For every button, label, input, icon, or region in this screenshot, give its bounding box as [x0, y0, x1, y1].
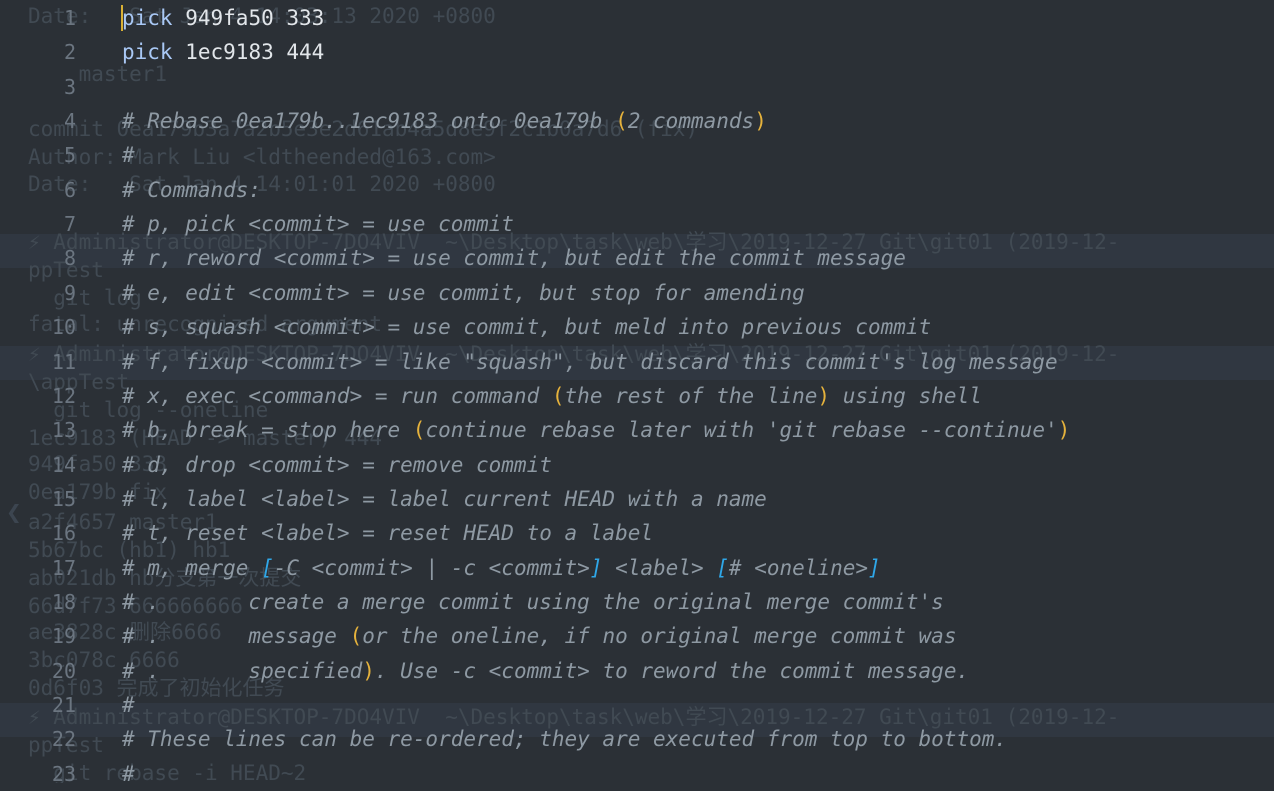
line-number: 1 [63, 6, 76, 30]
line-number: 14 [51, 453, 76, 477]
line-number: 5 [63, 143, 76, 167]
comment-line[interactable]: # . create a merge commit using the orig… [122, 589, 944, 615]
editor-line[interactable]: 10 # s, squash <commit> = use commit, but… [0, 310, 1274, 344]
line-number: 21 [51, 693, 76, 717]
editor-line[interactable]: 5 # [0, 138, 1274, 172]
line-number: 20 [51, 659, 76, 683]
comment-line[interactable]: # . message (or the oneline, if no origi… [122, 623, 956, 649]
comment-line[interactable]: # [122, 761, 135, 787]
comment-line[interactable]: # l, label <label> = label current HEAD … [122, 486, 767, 512]
line-number: 2 [63, 40, 76, 64]
line-number: 6 [63, 178, 76, 202]
editor-line[interactable]: 20 # . specified). Use -c <commit> to rew… [0, 654, 1274, 688]
line-number: 17 [51, 556, 76, 580]
comment-line[interactable]: # d, drop <commit> = remove commit [122, 452, 552, 478]
editor-line[interactable]: 22 # These lines can be re-ordered; they … [0, 722, 1274, 756]
comment-line[interactable]: # e, edit <commit> = use commit, but sto… [122, 280, 805, 306]
editor-line[interactable]: 21 # [0, 688, 1274, 722]
editor-line[interactable]: 8 # r, reword <commit> = use commit, but … [0, 241, 1274, 275]
comment-line[interactable]: # r, reword <commit> = use commit, but e… [122, 245, 906, 271]
editor-line[interactable]: 14 # d, drop <commit> = remove commit [0, 448, 1274, 482]
editor-line[interactable]: 7 # p, pick <commit> = use commit [0, 207, 1274, 241]
commit-ref: 949fa50 333 [185, 6, 325, 30]
editor-line[interactable]: 23 # [0, 757, 1274, 791]
line-number: 7 [63, 212, 76, 236]
line-number: 10 [51, 315, 76, 339]
line-number: 19 [51, 624, 76, 648]
rebase-keyword: pick [122, 6, 173, 30]
comment-line[interactable]: # p, pick <commit> = use commit [122, 211, 514, 237]
comment-line[interactable]: # Rebase 0ea179b..1ec9183 onto 0ea179b (… [122, 108, 767, 134]
line-number: 4 [63, 109, 76, 133]
comment-line[interactable]: # These lines can be re-ordered; they ar… [122, 726, 1007, 752]
comment-line[interactable]: # m, merge [-C <commit> | -c <commit>] <… [122, 555, 881, 581]
line-number: 11 [51, 350, 76, 374]
rebase-command[interactable]: pick 1ec9183 444 [122, 39, 324, 65]
line-number: 8 [63, 246, 76, 270]
line-number: 13 [51, 418, 76, 442]
editor-line[interactable]: 15 # l, label <label> = label current HEA… [0, 482, 1274, 516]
comment-line[interactable]: # Commands: [122, 177, 261, 203]
commit-ref: 1ec9183 444 [185, 40, 325, 64]
line-number: 9 [63, 281, 76, 305]
comment-line[interactable]: # . specified). Use -c <commit> to rewor… [122, 658, 969, 684]
editor-line[interactable]: 9 # e, edit <commit> = use commit, but st… [0, 276, 1274, 310]
editor-line[interactable]: 3 [0, 70, 1274, 104]
editor-line[interactable]: 11 # f, fixup <commit> = like "squash", b… [0, 345, 1274, 379]
line-number: 22 [51, 727, 76, 751]
line-number: 23 [51, 762, 76, 786]
line-number: 3 [63, 75, 76, 99]
comment-line[interactable]: # [122, 692, 135, 718]
comment-line[interactable]: # [122, 142, 135, 168]
comment-line[interactable]: # b, break = stop here (continue rebase … [122, 417, 1070, 443]
line-number: 15 [51, 487, 76, 511]
comment-line[interactable]: # x, exec <command> = run command (the r… [122, 383, 982, 409]
comment-line[interactable]: # s, squash <commit> = use commit, but m… [122, 314, 931, 340]
line-number: 18 [51, 590, 76, 614]
rebase-command[interactable]: pick 949fa50 333 [122, 5, 324, 31]
editor-line[interactable]: 18 # . create a merge commit using the or… [0, 585, 1274, 619]
editor-line[interactable]: 17 # m, merge [-C <commit> | -c <commit>]… [0, 551, 1274, 585]
editor-line[interactable]: 16 # t, reset <label> = reset HEAD to a l… [0, 516, 1274, 550]
editor-line[interactable]: 4 # Rebase 0ea179b..1ec9183 onto 0ea179b … [0, 104, 1274, 138]
line-number: 12 [51, 384, 76, 408]
line-number: 16 [51, 521, 76, 545]
rebase-todo-editor[interactable]: 1 pick 949fa50 333 2 pick 1ec9183 444 3 4 # Re… [0, 0, 1274, 786]
editor-line[interactable]: 1 pick 949fa50 333 [0, 1, 1274, 35]
rebase-keyword: pick [122, 40, 173, 64]
editor-line[interactable]: 2 pick 1ec9183 444 [0, 35, 1274, 69]
comment-line[interactable]: # f, fixup <commit> = like "squash", but… [122, 349, 1058, 375]
text-cursor [121, 5, 123, 31]
comment-line[interactable]: # t, reset <label> = reset HEAD to a lab… [122, 520, 653, 546]
editor-line[interactable]: 12 # x, exec <command> = run command (the… [0, 379, 1274, 413]
editor-line[interactable]: 19 # . message (or the oneline, if no ori… [0, 619, 1274, 653]
editor-line[interactable]: 13 # b, break = stop here (continue rebas… [0, 413, 1274, 447]
editor-line[interactable]: 6 # Commands: [0, 173, 1274, 207]
